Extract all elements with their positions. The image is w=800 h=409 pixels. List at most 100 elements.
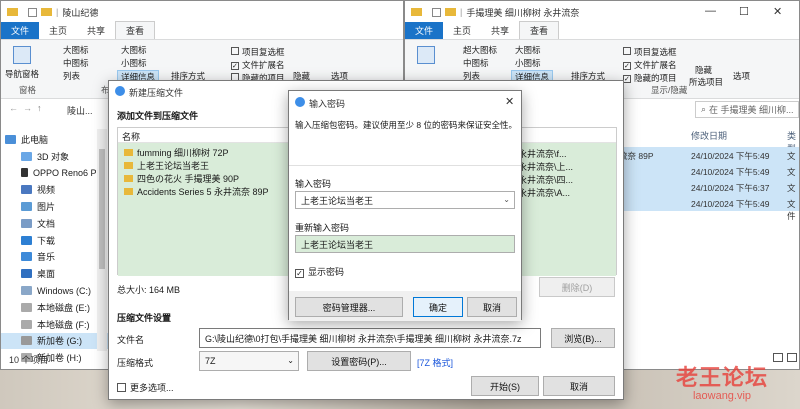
password-cancel-button[interactable]: 取消: [467, 297, 517, 317]
nav-this-pc[interactable]: 此电脑: [1, 131, 109, 148]
nav-drive-e[interactable]: 本地磁盘 (E:): [1, 299, 109, 316]
nav-downloads[interactable]: 下载: [1, 232, 109, 249]
folder-icon: [41, 8, 52, 16]
ribbon-tabs: 文件 主页 共享 查看: [405, 21, 799, 39]
tab-share[interactable]: 共享: [481, 22, 519, 39]
medium-icons-option[interactable]: 中图标: [63, 57, 89, 69]
group-pane-label: 窗格: [19, 85, 37, 95]
nav-music[interactable]: 音乐: [1, 249, 109, 266]
tab-view[interactable]: 查看: [519, 21, 560, 39]
nav-pane-icon: [417, 46, 435, 64]
nav-drive-f[interactable]: 本地磁盘 (F:): [1, 316, 109, 333]
filename-input[interactable]: G:\陵山纪德\0打包\手撮理美 细川柳树 永井流奈\手撮理美 细川柳树 永井流…: [199, 328, 541, 348]
dialog-titlebar: 输入密码 ✕: [289, 91, 521, 113]
app-logo-icon: [115, 86, 125, 96]
folder-icon: [124, 187, 133, 195]
hidden-items-option[interactable]: ✓ 隐藏的项目: [623, 72, 677, 84]
nav-videos[interactable]: 视频: [1, 181, 109, 198]
tiles-view-icon[interactable]: [787, 353, 797, 362]
search-input[interactable]: ⌕ 在 手撮理美 细川柳...: [695, 101, 799, 118]
dialog-title: 新建压缩文件: [129, 88, 184, 98]
confirm-password-input[interactable]: 上老王论坛当老王: [295, 235, 515, 253]
group-show-hide-label: 显示/隐藏: [651, 85, 688, 95]
minimize-icon[interactable]: —: [705, 5, 716, 17]
password-manager-button[interactable]: 密码管理器...: [295, 297, 403, 317]
medium-icons-option[interactable]: 中图标: [463, 57, 489, 69]
large-icons-option[interactable]: 大图标: [63, 44, 89, 56]
window-title: 手撮理美 细川柳树 永井流奈: [466, 7, 580, 18]
tab-file[interactable]: 文件: [405, 22, 444, 39]
format-select[interactable]: 7Z ⌄: [199, 351, 299, 371]
filename-label: 文件名: [117, 335, 145, 345]
show-password-checkbox[interactable]: ✓ 显示密码: [295, 265, 344, 278]
list-option[interactable]: 列表: [63, 70, 80, 82]
add-files-heading: 添加文件到压缩文件: [117, 111, 199, 121]
nav-desktop[interactable]: 桌面: [1, 265, 109, 282]
forward-arrow-icon[interactable]: →: [23, 103, 32, 113]
tab-share[interactable]: 共享: [77, 22, 115, 39]
huge-icons-option[interactable]: 超大图标: [463, 44, 497, 56]
set-password-button[interactable]: 设置密码(P)...: [307, 351, 411, 371]
folder-icon: [124, 174, 133, 182]
item-checkbox-option[interactable]: 项目复选框: [231, 46, 285, 58]
item-checkbox-option[interactable]: 项目复选框: [623, 46, 677, 58]
huge-icons-option[interactable]: 大图标: [121, 44, 147, 56]
chevron-down-icon[interactable]: ⌄: [503, 195, 510, 204]
tab-file[interactable]: 文件: [1, 22, 40, 39]
format-link[interactable]: [7Z 格式]: [417, 356, 453, 369]
folder-icon: [445, 8, 456, 16]
close-icon[interactable]: ✕: [505, 95, 514, 108]
chevron-down-icon: ⌄: [287, 356, 294, 365]
browse-button[interactable]: 浏览(B)...: [551, 328, 615, 348]
nav-phone[interactable]: OPPO Reno6 Pro: [1, 165, 109, 182]
file-ext-option[interactable]: ✓ 文件扩展名: [231, 59, 285, 71]
more-options-checkbox[interactable]: 更多选项...: [117, 381, 174, 394]
password-description: 输入压缩包密码。建议使用至少 8 位的密码来保证安全性。: [295, 120, 517, 130]
pipe-separator: |: [56, 7, 59, 17]
close-icon[interactable]: ✕: [773, 5, 782, 18]
password-input[interactable]: 上老王论坛当老王 ⌄: [295, 191, 515, 209]
options-button[interactable]: 选项: [733, 70, 750, 82]
maximize-icon[interactable]: ☐: [739, 5, 749, 18]
large-icons-option[interactable]: 大图标: [515, 44, 541, 56]
file-ext-option[interactable]: ✓ 文件扩展名: [623, 59, 677, 71]
ok-button[interactable]: 确定: [413, 297, 463, 317]
delete-button[interactable]: 删除(D): [539, 277, 615, 297]
nav-3d-objects[interactable]: 3D 对象: [1, 148, 109, 165]
tab-home[interactable]: 主页: [443, 22, 481, 39]
pipe-separator: |: [460, 7, 463, 17]
settings-heading: 压缩文件设置: [117, 313, 172, 323]
nav-scrollbar[interactable]: [97, 129, 107, 351]
hide-selected-label[interactable]: 所选项目: [689, 76, 723, 88]
nav-drive-g[interactable]: 新加卷 (G:): [1, 332, 109, 350]
nav-documents[interactable]: 文档: [1, 215, 109, 232]
divider: [289, 165, 521, 166]
folder-icon: [124, 148, 133, 156]
window-title: 陵山纪德: [62, 7, 99, 18]
cancel-button[interactable]: 取消: [543, 376, 615, 396]
hide-button[interactable]: 隐藏: [695, 64, 712, 76]
folder-icon: [124, 161, 133, 169]
up-arrow-icon[interactable]: ↑: [37, 103, 42, 113]
app-logo-icon: [295, 97, 305, 107]
column-name[interactable]: 名称: [122, 130, 140, 143]
password-label: 输入密码: [295, 179, 332, 189]
nav-pictures[interactable]: 图片: [1, 198, 109, 215]
small-icons-option[interactable]: 小图标: [515, 57, 541, 69]
tab-view[interactable]: 查看: [115, 21, 156, 39]
left-titlebar: | 陵山纪德: [1, 1, 403, 23]
tab-home[interactable]: 主页: [39, 22, 77, 39]
nav-drive-c[interactable]: Windows (C:): [1, 282, 109, 299]
back-arrow-icon[interactable]: ←: [9, 103, 18, 113]
checkbox-icon: [432, 7, 441, 17]
start-button[interactable]: 开始(S): [471, 376, 539, 396]
column-modified[interactable]: 修改日期: [691, 129, 727, 142]
checkbox-icon: [28, 7, 37, 17]
status-item-count: 10 个项目: [9, 355, 49, 365]
total-size: 总大小: 164 MB: [117, 285, 181, 295]
details-view-icon[interactable]: [773, 353, 783, 362]
nav-pane-button[interactable]: 导航窗格: [5, 68, 39, 80]
search-icon: ⌕: [701, 104, 707, 114]
watermark-logo: 老王论坛 laowang.vip: [676, 365, 769, 402]
small-icons-option[interactable]: 小图标: [121, 57, 147, 69]
